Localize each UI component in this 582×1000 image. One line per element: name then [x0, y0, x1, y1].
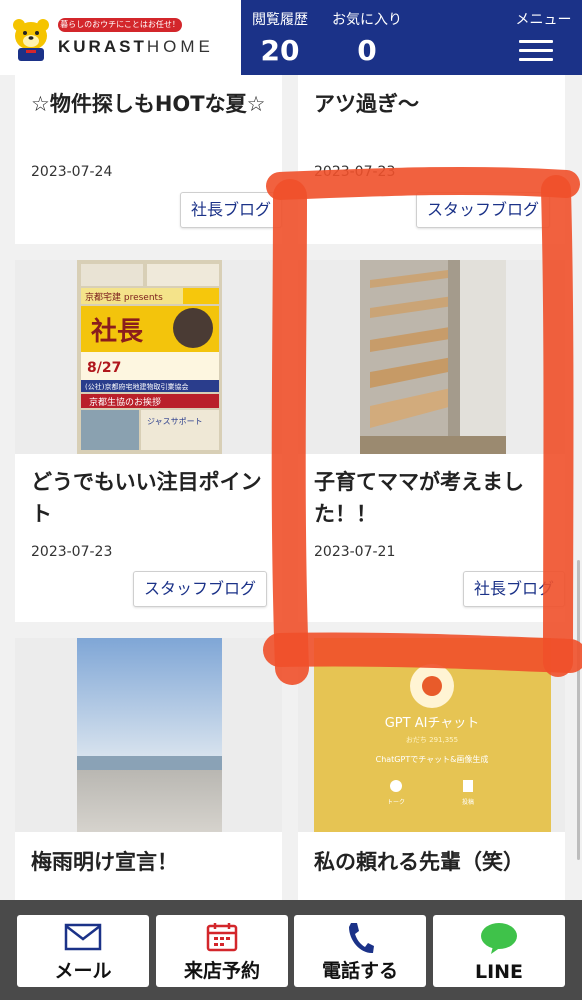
scrollbar[interactable]	[577, 560, 580, 860]
post-title: アツ過ぎ～	[314, 92, 419, 116]
post-category-tag[interactable]: 社長ブログ	[462, 571, 565, 607]
gpt-talk-label: トーク	[387, 799, 405, 806]
menu-button[interactable]: メニュー	[505, 0, 582, 75]
post-card[interactable]: 子育てママが考えました！！ 2023-07-21 社長ブログ	[298, 260, 565, 622]
line-label: LINE	[474, 961, 524, 983]
history-button[interactable]: 閲覧履歴 20	[241, 0, 319, 75]
phone-button[interactable]: 電話する	[294, 915, 426, 987]
line-chat-icon	[481, 923, 517, 954]
post-title: どうでもいい注目ポイント	[31, 470, 262, 526]
post-date: 2023-07-23	[31, 544, 113, 560]
reserve-button[interactable]: 来店予約	[156, 915, 288, 987]
envelope-icon	[64, 923, 102, 951]
gpt-post-label: 投稿	[462, 798, 474, 806]
gpt-meta: おだち 291,355	[406, 736, 458, 744]
header-nav: 閲覧履歴 20 お気に入り 0 メニュー	[241, 0, 582, 75]
post-title: 私の頼れる先輩（笑）	[314, 850, 524, 874]
favorites-count: 0	[357, 34, 377, 67]
history-count: 20	[260, 34, 300, 67]
phone-label: 電話する	[321, 960, 398, 982]
brand-home: HOME	[146, 37, 214, 56]
brand-main: KURAST	[58, 37, 147, 56]
gpt-title: GPT AIチャット	[385, 716, 480, 731]
post-card[interactable]: アツ過ぎ～ 2023-07-23 スタッフブログ	[298, 70, 565, 244]
post-title: 子育てママが考えました！！	[314, 470, 524, 526]
line-button[interactable]: LINE	[433, 915, 565, 987]
post-thumbnail: GPT AIチャット おだち 291,355 ChatGPTでチャット&画像生成…	[298, 638, 565, 832]
mail-button[interactable]: メール	[17, 915, 149, 987]
flyer-headline: 社長	[91, 316, 144, 347]
site-header: 暮らしのおウチにことはお任せ！ KURASTHOME 閲覧履歴 20 お気に入り…	[0, 0, 582, 75]
post-card[interactable]: ☆物件探しもHOTな夏☆ 2023-07-24 社長ブログ	[15, 70, 282, 244]
post-card[interactable]: GPT AIチャット おだち 291,355 ChatGPTでチャット&画像生成…	[298, 638, 565, 908]
post-title: ☆物件探しもHOTな夏☆	[31, 92, 266, 116]
post-category-tag[interactable]: 社長ブログ	[179, 192, 282, 228]
site-tagline: 暮らしのおウチにことはお任せ！	[58, 18, 182, 32]
shelf-photo	[360, 260, 506, 454]
site-logo[interactable]: 暮らしのおウチにことはお任せ！ KURASTHOME	[0, 0, 241, 75]
post-category-tag[interactable]: スタッフブログ	[415, 192, 550, 228]
favorites-button[interactable]	[415, 0, 499, 75]
gpt-subtitle: ChatGPTでチャット&画像生成	[376, 754, 489, 764]
post-thumbnail	[15, 638, 282, 832]
phone-icon	[349, 923, 374, 954]
hamburger-icon	[519, 40, 553, 61]
flyer-image: 京都宅建 presents 社長 8/27 (公社)京都府宅地建物取引業協会 京…	[77, 260, 222, 454]
flyer-date: 8/27	[87, 360, 121, 376]
flyer-brand: 京都宅建 presents	[85, 291, 163, 303]
gpt-app-screenshot: GPT AIチャット おだち 291,355 ChatGPTでチャット&画像生成…	[314, 638, 551, 832]
calendar-icon	[206, 923, 238, 952]
site-brand: KURASTHOME	[58, 37, 214, 57]
reserve-label: 来店予約	[183, 960, 260, 982]
page: 暮らしのおウチにことはお任せ！ KURASTHOME 閲覧履歴 20 お気に入り…	[0, 0, 582, 1000]
bear-mascot-icon	[13, 19, 49, 61]
post-date: 2023-07-24	[31, 164, 113, 180]
post-date: 2023-07-23	[314, 164, 396, 180]
post-title: 梅雨明け宣言！	[31, 850, 178, 874]
flyer-greeting: 京都生協のお挨拶	[89, 396, 161, 408]
favorites-label: お気に入り	[332, 12, 402, 28]
post-thumbnail	[298, 260, 565, 454]
post-card[interactable]: 梅雨明け宣言！	[15, 638, 282, 908]
post-date: 2023-07-21	[314, 544, 396, 560]
history-label: 閲覧履歴	[252, 12, 308, 28]
flyer-support: ジャスサポート	[147, 417, 203, 426]
post-card[interactable]: 京都宅建 presents 社長 8/27 (公社)京都府宅地建物取引業協会 京…	[15, 260, 282, 622]
post-thumbnail: 京都宅建 presents 社長 8/27 (公社)京都府宅地建物取引業協会 京…	[15, 260, 282, 454]
menu-label: メニュー	[515, 12, 572, 28]
bottom-action-bar: メール 来店予約 電話する LINE	[0, 900, 582, 1000]
beach-photo	[77, 638, 222, 832]
flyer-org: (公社)京都府宅地建物取引業協会	[85, 382, 188, 391]
mail-label: メール	[54, 960, 112, 982]
favorites-link[interactable]: お気に入り 0	[319, 0, 415, 75]
post-category-tag[interactable]: スタッフブログ	[132, 571, 267, 607]
